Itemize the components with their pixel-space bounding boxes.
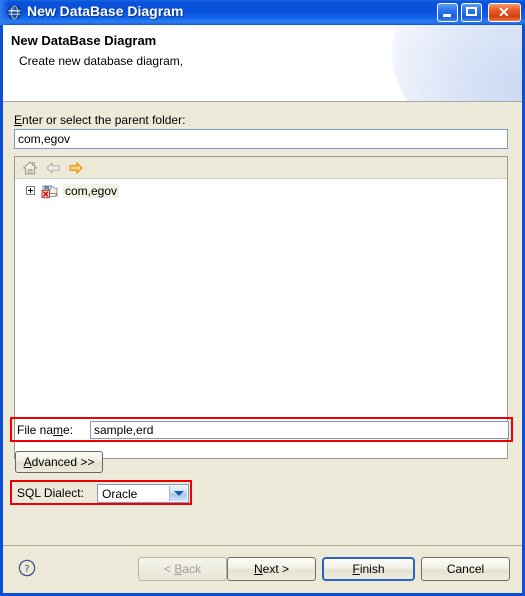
- next-label-mnemonic: N: [253, 562, 263, 576]
- maximize-button[interactable]: [461, 3, 482, 22]
- tree-item-label: com,egov: [63, 183, 120, 198]
- sql-dialect-label: SQL Dialect:: [17, 486, 84, 500]
- dialog-body: Enter or select the parent folder: com,e…: [3, 102, 522, 545]
- sql-dialect-highlight-box: SQL Dialect: Oracle: [10, 480, 192, 505]
- svg-text:?: ?: [24, 564, 29, 575]
- minimize-icon: [443, 14, 451, 17]
- footer-separator: [3, 545, 522, 546]
- wizard-header: New DataBase Diagram Create new database…: [3, 25, 522, 102]
- help-icon[interactable]: ?: [18, 559, 36, 577]
- filename-highlight-box: File name:: [10, 417, 513, 442]
- close-button[interactable]: ✕: [488, 3, 521, 22]
- chevron-glyph: [174, 491, 184, 496]
- forward-arrow-icon[interactable]: [68, 160, 84, 176]
- chevron-down-icon[interactable]: [169, 486, 187, 501]
- title-bar: New DataBase Diagram ✕: [0, 0, 525, 25]
- filename-label-pre: File na: [17, 423, 54, 437]
- cancel-button[interactable]: Cancel: [421, 557, 510, 581]
- header-decoration: [392, 25, 522, 101]
- new-database-diagram-dialog: New DataBase Diagram ✕ New DataBase Diag…: [0, 0, 525, 596]
- page-subtitle: Create new database diagram,: [19, 54, 184, 68]
- back-button[interactable]: < Back: [138, 557, 227, 581]
- back-arrow-icon[interactable]: [45, 160, 61, 176]
- parent-folder-label-mnemonic: E: [14, 113, 23, 127]
- filename-label: File name:: [17, 423, 73, 437]
- tree-item-com-egov[interactable]: M com,egov: [15, 182, 120, 199]
- java-package-error-icon: M: [41, 185, 58, 198]
- advanced-label-rest: dvanced >>: [31, 455, 95, 469]
- page-title: New DataBase Diagram: [11, 33, 157, 48]
- finish-label-post: inish: [359, 562, 385, 576]
- dialog-footer: ? < Back Next > Finish Cancel: [3, 545, 522, 593]
- sql-dialect-value: Oracle: [102, 487, 138, 501]
- maximize-icon: [466, 7, 477, 16]
- next-label-post: ext >: [262, 562, 290, 576]
- globe-icon: [7, 5, 22, 20]
- sql-dialect-select[interactable]: Oracle: [97, 484, 189, 503]
- parent-folder-label: Enter or select the parent folder:: [14, 113, 185, 127]
- tree-toolbar: [15, 157, 507, 179]
- parent-folder-input[interactable]: [14, 129, 508, 149]
- advanced-button[interactable]: Advanced >>: [15, 451, 103, 473]
- advanced-label-mnemonic: A: [23, 455, 32, 469]
- finish-label-mnemonic: F: [352, 562, 360, 576]
- filename-input[interactable]: [90, 421, 509, 439]
- home-icon[interactable]: [22, 160, 38, 176]
- filename-label-post: e:: [63, 423, 74, 437]
- back-label-pre: <: [163, 562, 175, 576]
- back-label-post: ack: [182, 562, 202, 576]
- expand-toggle-icon[interactable]: [26, 186, 35, 195]
- filename-label-mnemonic: m: [53, 423, 64, 437]
- parent-folder-label-rest: nter or select the parent folder:: [22, 113, 186, 127]
- next-button[interactable]: Next >: [227, 557, 316, 581]
- folder-tree-panel: M com,egov: [14, 156, 508, 459]
- close-icon: ✕: [498, 4, 510, 20]
- minimize-button[interactable]: [437, 3, 458, 22]
- finish-button[interactable]: Finish: [322, 557, 415, 581]
- window-title: New DataBase Diagram: [27, 3, 184, 19]
